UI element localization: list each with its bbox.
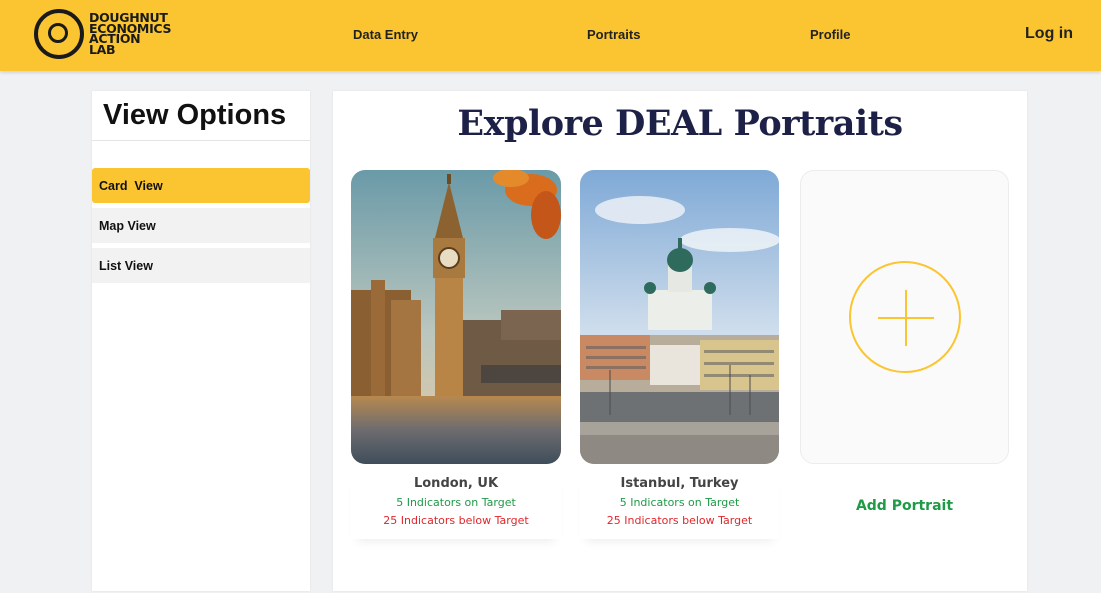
card-city-name: London, UK: [413, 476, 499, 491]
card-city-name: Istanbul, Turkey: [620, 476, 739, 491]
nav-portraits[interactable]: Portraits: [587, 27, 640, 42]
indicators-below-target: 25 Indicators below Target: [606, 514, 753, 527]
indicators-on-target: 5 Indicators on Target: [619, 496, 740, 509]
sidebar-item-map-view[interactable]: Map View: [92, 208, 310, 243]
portraits-panel: Explore DEAL Portraits London, UK 5 Indi…: [333, 91, 1027, 591]
portrait-card-london[interactable]: London, UK 5 Indicators on Target 25 Ind…: [351, 170, 561, 539]
card-caption: Istanbul, Turkey 5 Indicators on Target …: [580, 470, 779, 539]
login-button[interactable]: Log in: [1025, 25, 1073, 43]
plus-icon: [849, 261, 961, 373]
indicators-on-target: 5 Indicators on Target: [396, 496, 516, 509]
page-title: Explore DEAL Portraits: [457, 103, 903, 144]
top-navbar: DOUGHNUT ECONOMICS ACTION LAB Data Entry…: [0, 0, 1101, 71]
card-caption: London, UK 5 Indicators on Target 25 Ind…: [351, 470, 561, 539]
nav-data-entry[interactable]: Data Entry: [353, 27, 418, 42]
portrait-card-istanbul[interactable]: Istanbul, Turkey 5 Indicators on Target …: [580, 170, 779, 539]
doughnut-logo-icon: [34, 9, 84, 59]
big-ben-photo: [351, 170, 561, 464]
sidebar-item-list-view[interactable]: List View: [92, 248, 310, 283]
sidebar-item-card-view[interactable]: Card View: [92, 168, 310, 203]
view-options-sidebar: View Options Card View Map View List Vie…: [92, 91, 310, 591]
logo-line: LAB: [89, 41, 116, 57]
sidebar-title: View Options: [92, 91, 310, 141]
add-portrait-card[interactable]: [800, 170, 1009, 464]
helsinki-cathedral-photo: [580, 170, 779, 464]
nav-profile[interactable]: Profile: [810, 27, 850, 42]
deal-logo[interactable]: DOUGHNUT ECONOMICS ACTION LAB: [34, 9, 172, 59]
add-portrait-button[interactable]: Add Portrait: [800, 498, 1009, 514]
indicators-below-target: 25 Indicators below Target: [383, 514, 529, 527]
logo-wordmark: DOUGHNUT ECONOMICS ACTION LAB: [89, 12, 172, 57]
